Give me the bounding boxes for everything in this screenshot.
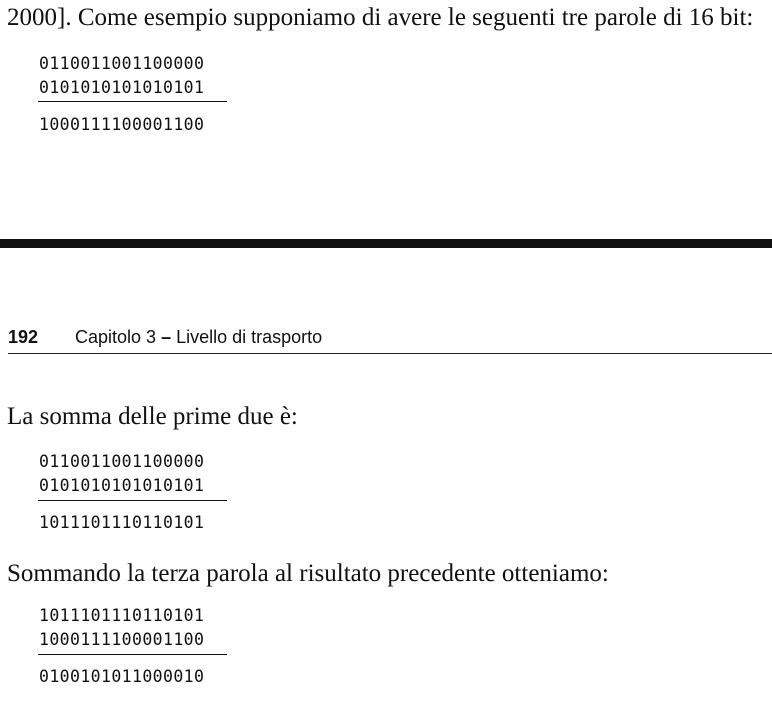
page-break-divider (0, 239, 772, 248)
second-sum-text: Sommando la terza parola al risultato pr… (7, 560, 609, 587)
first-sum-addend-2: 0101010101010101 (39, 476, 205, 495)
chapter-heading: Capitolo 3 – Livello di trasporto (75, 325, 322, 349)
chapter-title: Livello di trasporto (176, 327, 323, 347)
first-sum-text: La somma delle prime due è: (7, 403, 298, 430)
first-sum-result: 1011101110110101 (39, 513, 205, 532)
second-sum-addend-2: 1000111100001100 (39, 630, 205, 649)
second-sum-rule (38, 654, 227, 655)
intro-paragraph: 2000]. Come esempio supponiamo di avere … (7, 4, 754, 31)
binary-word-2: 0101010101010101 (39, 78, 205, 97)
binary-word-1: 0110011001100000 (39, 54, 205, 73)
first-sum-rule (38, 500, 227, 501)
running-header: 192 Capitolo 3 – Livello di trasporto (8, 325, 772, 354)
page-number: 192 (8, 327, 39, 347)
sum-rule (38, 101, 227, 102)
chapter-dash: – (161, 327, 172, 347)
first-sum-addend-1: 0110011001100000 (39, 452, 205, 471)
binary-word-3: 1000111100001100 (39, 115, 205, 134)
second-sum-addend-1: 1011101110110101 (39, 606, 205, 625)
chapter-prefix: Capitolo 3 (75, 327, 157, 347)
second-sum-result: 0100101011000010 (39, 667, 205, 686)
